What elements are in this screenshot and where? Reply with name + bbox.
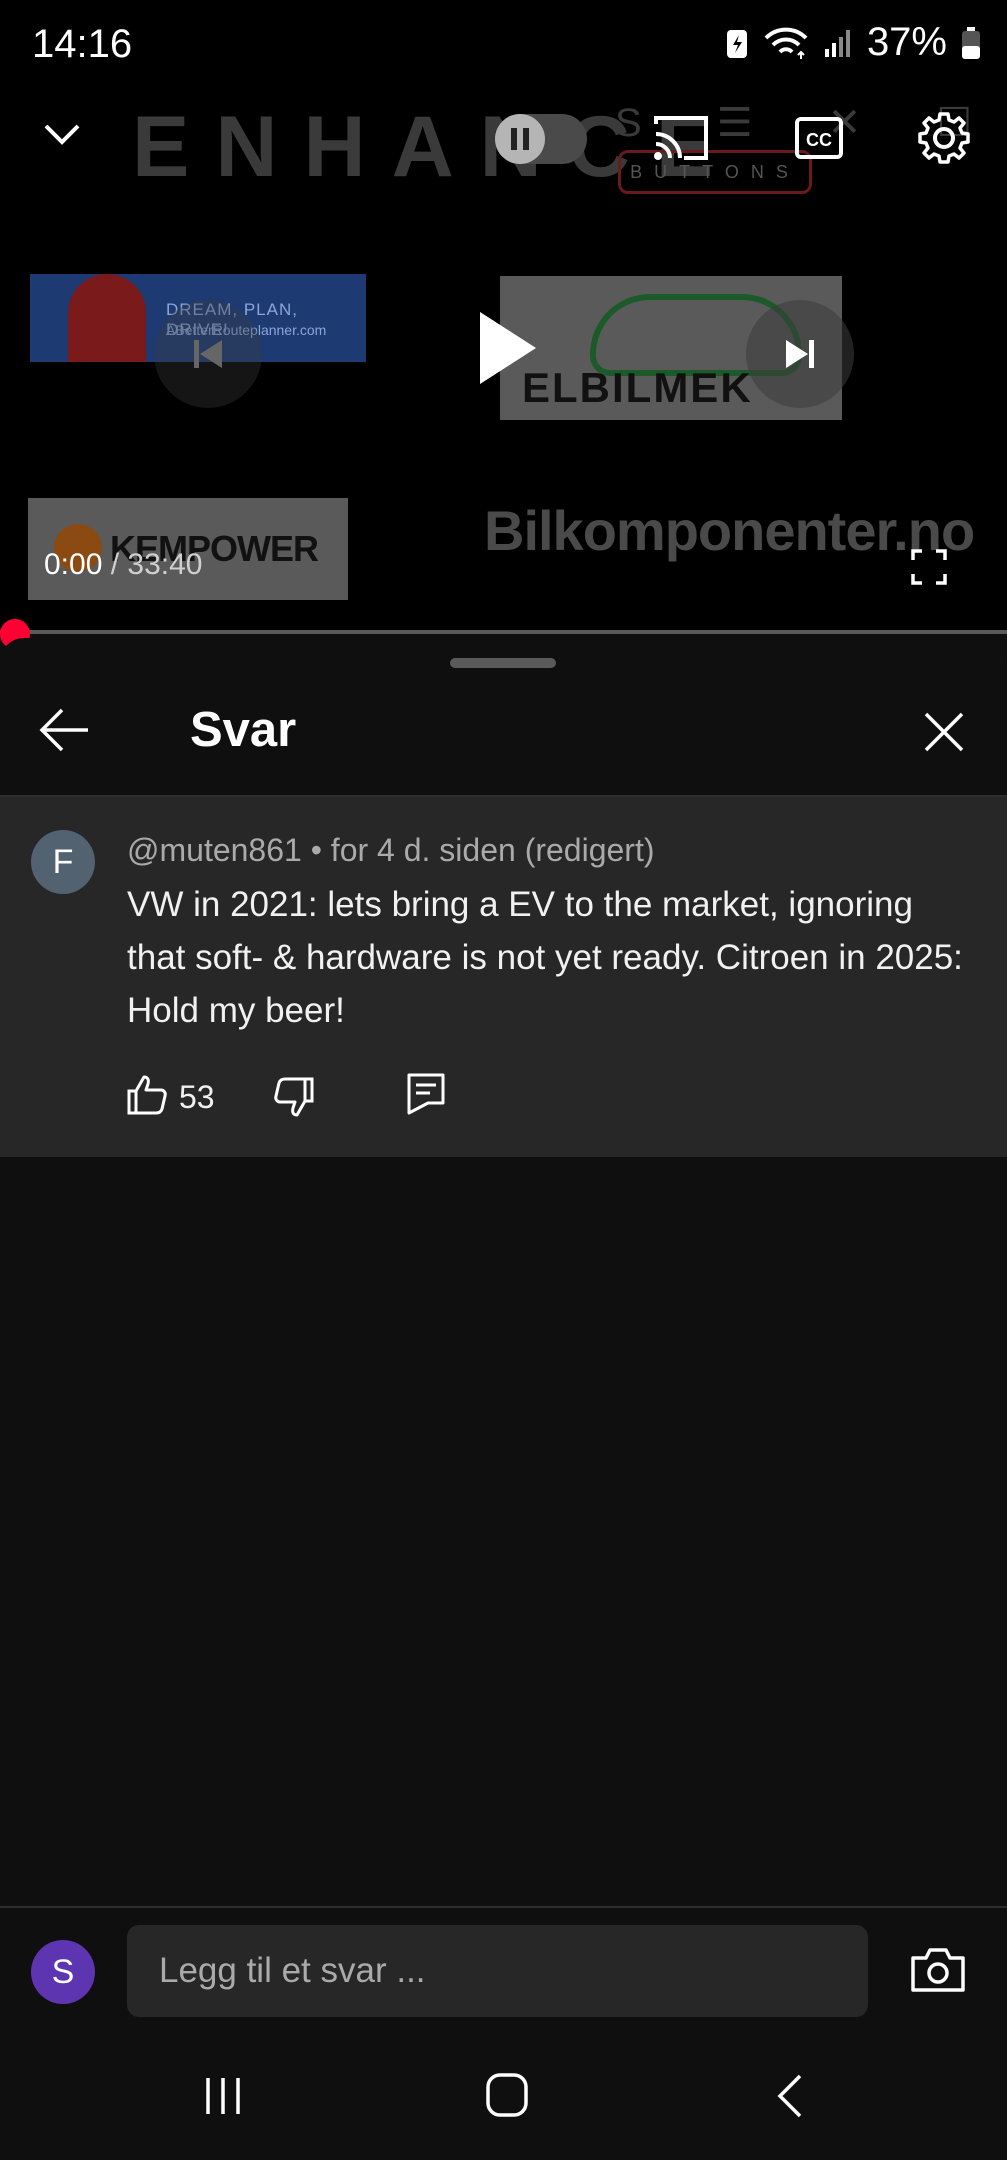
camera-icon[interactable] — [910, 1946, 966, 1994]
signal-icon — [824, 29, 850, 57]
dislike-icon[interactable] — [273, 1076, 315, 1118]
autoplay-toggle-icon[interactable] — [495, 114, 545, 164]
svg-text:CC: CC — [806, 130, 832, 150]
time-separator: / — [102, 548, 128, 581]
composer-divider — [0, 1906, 1007, 1908]
abrp-logo — [68, 274, 146, 362]
reply-icon[interactable] — [406, 1072, 446, 1116]
status-icons: 37% — [725, 20, 981, 65]
like-count: 53 — [179, 1079, 215, 1115]
captions-icon[interactable]: CC — [794, 114, 844, 162]
user-avatar: S — [31, 1940, 95, 2004]
duration: 33:40 — [127, 548, 203, 581]
previous-button[interactable] — [154, 300, 262, 408]
avatar[interactable]: F — [31, 830, 95, 894]
settings-icon[interactable] — [916, 110, 972, 166]
drag-handle[interactable] — [450, 658, 556, 668]
chevron-down-icon[interactable] — [38, 110, 86, 158]
status-time: 14:16 — [32, 22, 133, 66]
home-icon[interactable] — [484, 2070, 530, 2120]
sponsor-bilkomponenter: Bilkomponenter.no — [484, 499, 975, 562]
video-player[interactable]: ENHANCE S ☰ ✕ ☐ BUTTONS DREAM, PLAN, DRI… — [0, 0, 1007, 632]
time-readout: 0:00 / 33:40 — [44, 548, 202, 582]
panel-title: Svar — [190, 703, 297, 757]
battery-saver-icon — [726, 29, 747, 58]
elbilmek-name: ELBILMEK — [522, 364, 753, 411]
progress-track[interactable] — [0, 630, 1007, 634]
previous-icon — [194, 340, 222, 368]
close-icon[interactable] — [922, 710, 966, 754]
like-icon[interactable] — [126, 1074, 168, 1116]
fullscreen-icon[interactable] — [910, 548, 948, 586]
cast-icon[interactable] — [650, 112, 712, 164]
play-icon — [480, 312, 536, 384]
back-arrow-icon[interactable] — [38, 706, 92, 754]
reply-input[interactable] — [127, 1925, 868, 2017]
watermark-buttons: BUTTONS — [618, 150, 812, 194]
battery-icon — [962, 26, 980, 59]
play-button[interactable] — [470, 306, 542, 390]
wifi-icon — [764, 27, 808, 59]
next-icon — [786, 340, 814, 368]
current-time: 0:00 — [44, 548, 103, 581]
battery-percent: 37% — [866, 20, 947, 64]
back-nav-icon[interactable] — [774, 2072, 808, 2120]
comment-text: VW in 2021: lets bring a EV to the marke… — [127, 885, 963, 1030]
next-button[interactable] — [746, 300, 854, 408]
recent-apps-icon[interactable] — [200, 2074, 246, 2118]
comment-meta[interactable]: @muten861 • for 4 d. siden (redigert) — [127, 832, 655, 869]
